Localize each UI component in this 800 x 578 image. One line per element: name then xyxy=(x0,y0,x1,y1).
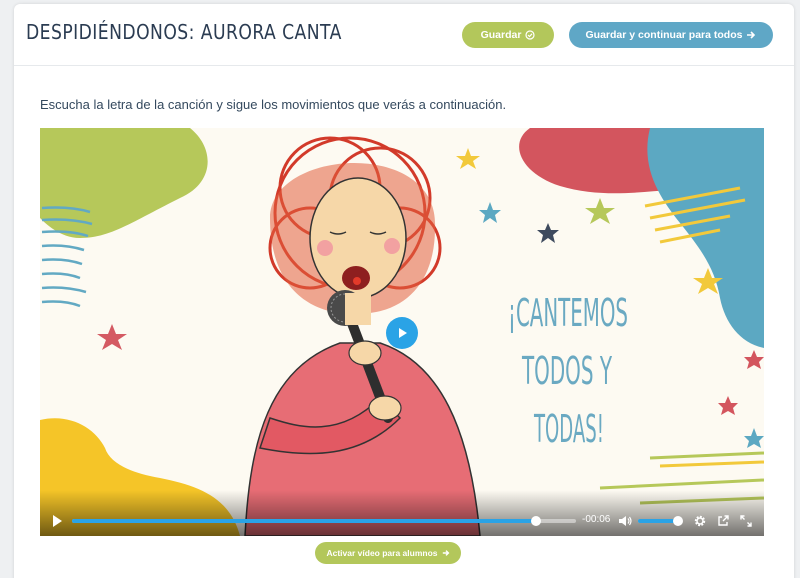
check-circle-icon xyxy=(525,30,536,40)
progress-fill xyxy=(72,519,536,523)
activate-video-for-students-button[interactable]: Activar vídeo para alumnos xyxy=(315,542,461,564)
activity-card: DESPIDIÉNDONOS: AURORA CANTA Guardar Gua… xyxy=(14,4,794,578)
save-button-label: Guardar xyxy=(480,29,522,41)
instructions-text: Escucha la letra de la canción y sigue l… xyxy=(40,97,507,112)
big-play-button[interactable] xyxy=(386,317,418,349)
progress-thumb[interactable] xyxy=(530,516,541,526)
video-text-line-3: TODAS! xyxy=(534,407,604,451)
activate-video-label: Activar vídeo para alumnos xyxy=(326,548,438,558)
gear-icon[interactable] xyxy=(694,515,706,527)
time-remaining: -00:06 xyxy=(582,514,611,525)
volume-fill xyxy=(638,519,678,523)
arrow-right-icon xyxy=(442,550,449,556)
page-title: DESPIDIÉNDONOS: AURORA CANTA xyxy=(26,20,342,44)
video-player[interactable]: ¡CANTEMOS TODOS Y TODAS! -00:06 xyxy=(40,128,764,536)
play-icon[interactable] xyxy=(50,514,64,528)
volume-thumb[interactable] xyxy=(672,516,683,526)
save-continue-all-button[interactable]: Guardar y continuar para todos xyxy=(569,22,773,48)
save-continue-all-label: Guardar y continuar para todos xyxy=(585,29,743,41)
progress-bar[interactable] xyxy=(72,516,576,526)
volume-icon[interactable] xyxy=(618,514,632,528)
play-icon xyxy=(399,328,407,338)
video-controls: -00:06 xyxy=(40,490,764,536)
video-text-line-1: ¡CANTEMOS xyxy=(508,291,628,335)
volume-slider[interactable] xyxy=(638,516,683,526)
video-text-line-2: TODOS Y xyxy=(521,349,612,393)
save-button[interactable]: Guardar xyxy=(462,22,554,48)
fullscreen-icon[interactable] xyxy=(740,515,752,527)
activity-header: DESPIDIÉNDONOS: AURORA CANTA Guardar Gua… xyxy=(14,4,794,66)
popout-icon[interactable] xyxy=(717,515,729,527)
arrow-right-icon xyxy=(747,31,756,39)
